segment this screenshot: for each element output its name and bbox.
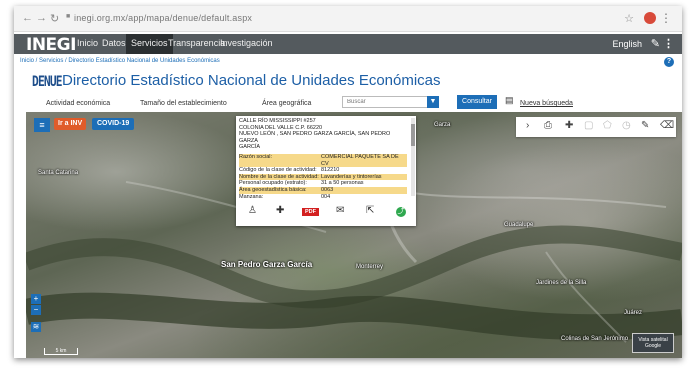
info-key: Razón social: xyxy=(239,153,273,160)
place-label: Santa Catarina xyxy=(38,170,79,176)
satellite-map[interactable]: Santa Catarina San Pedro Garza García Mo… xyxy=(26,112,682,358)
polygon-icon[interactable]: ⬠ xyxy=(603,120,612,131)
denue-logo: DENUE xyxy=(32,74,63,90)
bookmark-star-icon[interactable]: ☆ xyxy=(624,12,634,25)
url-field[interactable]: inegi.org.mx/app/mapa/denue/default.aspx xyxy=(74,13,252,23)
info-rows: Razón social: COMERCIAL PAQUETE SA DE CV C… xyxy=(239,153,407,198)
browser-menu-icon[interactable]: ⋮ xyxy=(660,11,672,25)
pin-icon[interactable]: ✚ xyxy=(276,205,284,216)
nav-inicio[interactable]: Inicio xyxy=(77,38,98,54)
popup-actions: ♙ ✚ PDF ✉ ⇱ ⤴ xyxy=(236,202,416,222)
covid-19-button[interactable]: COVID-19 xyxy=(92,118,135,130)
back-icon[interactable]: ← xyxy=(22,12,33,24)
place-label: Colinas de San Jerónimo xyxy=(561,336,629,342)
language-link[interactable]: English xyxy=(612,39,642,49)
measure-icon[interactable]: ✎ xyxy=(641,120,649,131)
address-line: NUEVO LEÓN , SAN PEDRO GARZA GARCÍA, SAN… xyxy=(239,131,391,144)
extension-icon[interactable] xyxy=(644,12,656,24)
map-toolbar: › ⎙ ✚ ▢ ⬠ ◷ ✎ ⌫ xyxy=(516,117,676,137)
info-value: 31 a 50 personas xyxy=(321,180,364,187)
edit-icon[interactable]: ✎ xyxy=(651,37,660,50)
info-key: Nombre de la clase de actividad: xyxy=(239,173,319,180)
popup-scrollbar[interactable] xyxy=(411,118,415,196)
address-line: CALLE RÍO MISSISSIPPI #257 xyxy=(239,118,316,124)
place-label: Juárez xyxy=(624,310,643,316)
nav-investigacion[interactable]: Investigación xyxy=(220,38,273,54)
print-icon[interactable]: ⎙ xyxy=(544,120,552,131)
breadcrumb[interactable]: Inicio / Servicios / Directorio Estadíst… xyxy=(20,58,220,64)
reload-icon[interactable]: ↻ xyxy=(50,12,59,25)
eraser-icon[interactable]: ⌫ xyxy=(660,120,674,131)
table-icon[interactable]: ▤ xyxy=(505,95,514,106)
clock-icon[interactable]: ◷ xyxy=(622,120,631,131)
pin-icon[interactable]: ✚ xyxy=(565,120,573,131)
screenshot-frame: ← → ↻ ■ inegi.org.mx/app/mapa/denue/defa… xyxy=(14,6,682,358)
share-icon[interactable]: ⤴ xyxy=(396,207,406,217)
browser-address-bar: ← → ↻ ■ inegi.org.mx/app/mapa/denue/defa… xyxy=(14,6,682,32)
pdf-button[interactable]: PDF xyxy=(302,208,319,216)
place-label: Monterrey xyxy=(356,264,384,270)
info-key: Área geoestadística básica: xyxy=(239,186,307,193)
place-label: San Pedro Garza García xyxy=(221,260,313,269)
map-menu-button[interactable]: ≡ xyxy=(34,118,50,132)
popup-content: CALLE RÍO MISSISSIPPI #257 COLONIA DEL V… xyxy=(236,116,410,198)
nueva-busqueda-link[interactable]: Nueva búsqueda xyxy=(520,100,573,107)
page-title: Directorio Estadístico Nacional de Unida… xyxy=(62,72,441,89)
nav-servicios[interactable]: Servicios xyxy=(126,34,173,54)
chevron-down-icon[interactable]: ▼ xyxy=(427,96,439,108)
info-value: Lavanderías y tintorerías xyxy=(321,173,382,180)
info-row: Razón social: COMERCIAL PAQUETE SA DE CV xyxy=(239,153,407,168)
inegi-logo[interactable]: INEGI xyxy=(26,35,76,55)
nav-datos[interactable]: Datos xyxy=(102,38,126,54)
inegi-top-nav: INEGI Inicio Datos Servicios Transparenc… xyxy=(14,34,682,55)
info-key: Código de la clase de actividad: xyxy=(239,167,317,174)
info-key: Personal ocupado (estrato): xyxy=(239,180,307,187)
area-geografica-filter[interactable]: Área geográfica xyxy=(262,100,311,107)
layers-icon[interactable]: ≋ xyxy=(31,322,41,332)
info-value: COMERCIAL PAQUETE SA DE CV xyxy=(321,153,399,167)
forward-icon[interactable]: → xyxy=(36,12,47,24)
zoom-in-button[interactable]: + xyxy=(31,294,41,304)
info-value: 004 xyxy=(321,193,331,198)
ir-a-inv-button[interactable]: Ir a INV xyxy=(54,118,87,130)
place-label: Jardines de la Silla xyxy=(536,280,587,286)
lock-icon: ■ xyxy=(66,13,71,20)
zoom-out-button[interactable]: − xyxy=(31,305,41,315)
info-row: Área geoestadística básica: 0063 xyxy=(239,186,407,194)
base-map-thumbnail[interactable]: Vista satelital Google xyxy=(632,333,674,353)
place-label: Guadalupe xyxy=(504,222,534,228)
email-icon[interactable]: ✉ xyxy=(336,205,344,216)
chevron-right-icon[interactable]: › xyxy=(526,120,529,131)
info-row: Nombre de la clase de actividad: Lavander… xyxy=(239,173,407,181)
establishment-info-popup: CALLE RÍO MISSISSIPPI #257 COLONIA DEL V… xyxy=(236,116,416,226)
info-row: Código de la clase de actividad: 812210 xyxy=(239,167,407,174)
nav-transparencia[interactable]: Transparencia xyxy=(168,38,225,54)
map-scale-bar: 5 km xyxy=(44,348,78,355)
address-line: GARCÍA xyxy=(239,144,261,151)
directions-icon[interactable]: ⇱ xyxy=(366,205,374,216)
info-value: 812210 xyxy=(321,167,340,174)
rectangle-select-icon[interactable]: ▢ xyxy=(584,120,593,131)
more-vertical-icon[interactable]: ⋮ xyxy=(663,37,674,50)
actividad-economica-filter[interactable]: Actividad económica xyxy=(46,100,110,107)
search-input[interactable] xyxy=(342,96,428,108)
help-icon[interactable]: ? xyxy=(664,57,674,67)
info-key: Manzana: xyxy=(239,193,264,198)
place-label: Garza xyxy=(434,122,451,128)
tamano-filter[interactable]: Tamaño del establecimiento xyxy=(140,100,227,107)
info-row: Manzana: 004 xyxy=(239,194,407,198)
consultar-button[interactable]: Consultar xyxy=(457,95,497,109)
info-value: 0063 xyxy=(321,186,334,193)
street-view-icon[interactable]: ♙ xyxy=(248,205,257,216)
info-row: Personal ocupado (estrato): 31 a 50 perso… xyxy=(239,180,407,187)
